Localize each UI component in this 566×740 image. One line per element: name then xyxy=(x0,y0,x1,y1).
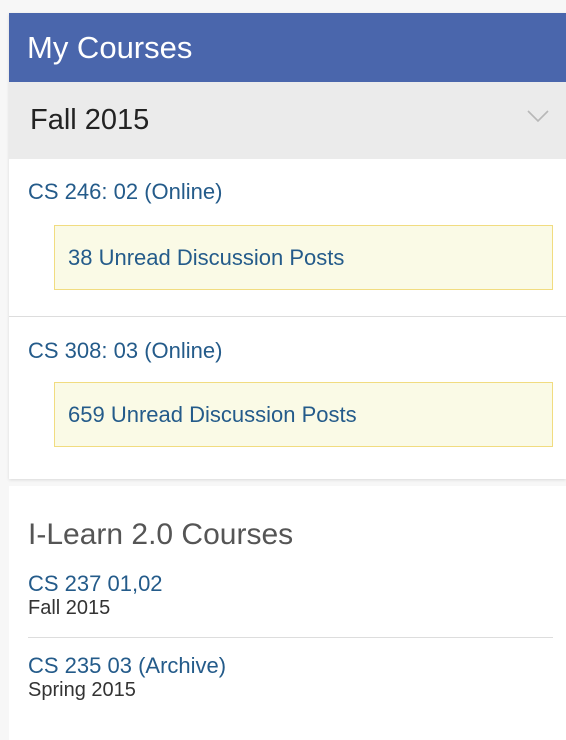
course-link[interactable]: CS 246: 02 (Online) xyxy=(28,179,222,205)
term-selector[interactable]: Fall 2015 xyxy=(9,82,566,159)
page: My Courses Fall 2015 CS 246: 02 (Online)… xyxy=(0,0,566,740)
legacy-course-link[interactable]: CS 235 03 (Archive) xyxy=(28,653,553,679)
my-courses-panel: My Courses Fall 2015 CS 246: 02 (Online)… xyxy=(9,13,566,479)
course-item: CS 308: 03 (Online) 659 Unread Discussio… xyxy=(9,317,566,477)
course-item: CS 246: 02 (Online) 38 Unread Discussion… xyxy=(9,159,566,317)
legacy-course-term: Spring 2015 xyxy=(28,679,136,701)
legacy-course-link[interactable]: CS 237 01,02 xyxy=(28,571,553,597)
chevron-down-icon[interactable] xyxy=(526,108,550,124)
panel-title: My Courses xyxy=(9,13,566,82)
legacy-course-term: Fall 2015 xyxy=(28,597,111,619)
course-link[interactable]: CS 308: 03 (Online) xyxy=(28,338,222,364)
section-heading: I-Learn 2.0 Courses xyxy=(28,518,294,551)
legacy-course-item: CS 235 03 (Archive) Spring 2015 xyxy=(28,653,553,713)
unread-posts-notice[interactable]: 38 Unread Discussion Posts xyxy=(54,225,553,290)
legacy-courses-section: I-Learn 2.0 Courses CS 237 01,02 Fall 20… xyxy=(9,486,566,740)
term-label: Fall 2015 xyxy=(30,104,150,136)
unread-posts-notice[interactable]: 659 Unread Discussion Posts xyxy=(54,382,553,447)
legacy-course-item: CS 237 01,02 Fall 2015 xyxy=(28,571,553,638)
